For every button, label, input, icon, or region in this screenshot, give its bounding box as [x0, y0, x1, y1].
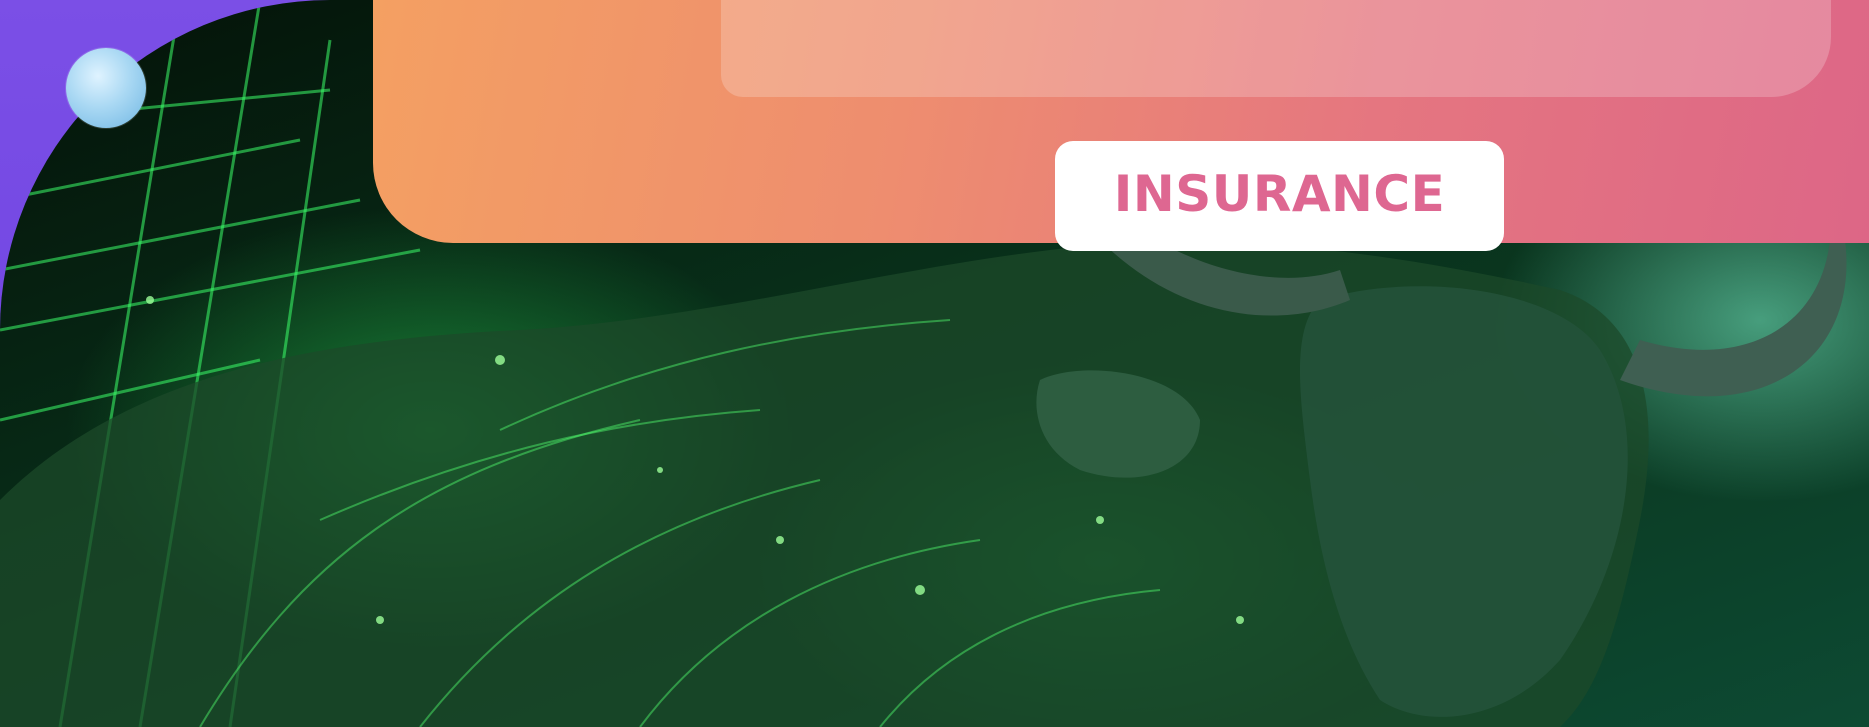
promo-banner: 25000/- to Unlimited INSURANCE — [0, 0, 1869, 727]
insurance-badge[interactable]: INSURANCE — [1055, 141, 1504, 251]
headline-text: 25000/- to Unlimited — [793, 0, 1810, 2]
insurance-badge-label: INSURANCE — [1113, 165, 1446, 223]
headline-box — [721, 0, 1831, 97]
headline-rest: to Unlimited — [1166, 0, 1809, 9]
headline-amount: 25000/- — [793, 0, 1166, 9]
decorative-orb — [66, 48, 146, 128]
